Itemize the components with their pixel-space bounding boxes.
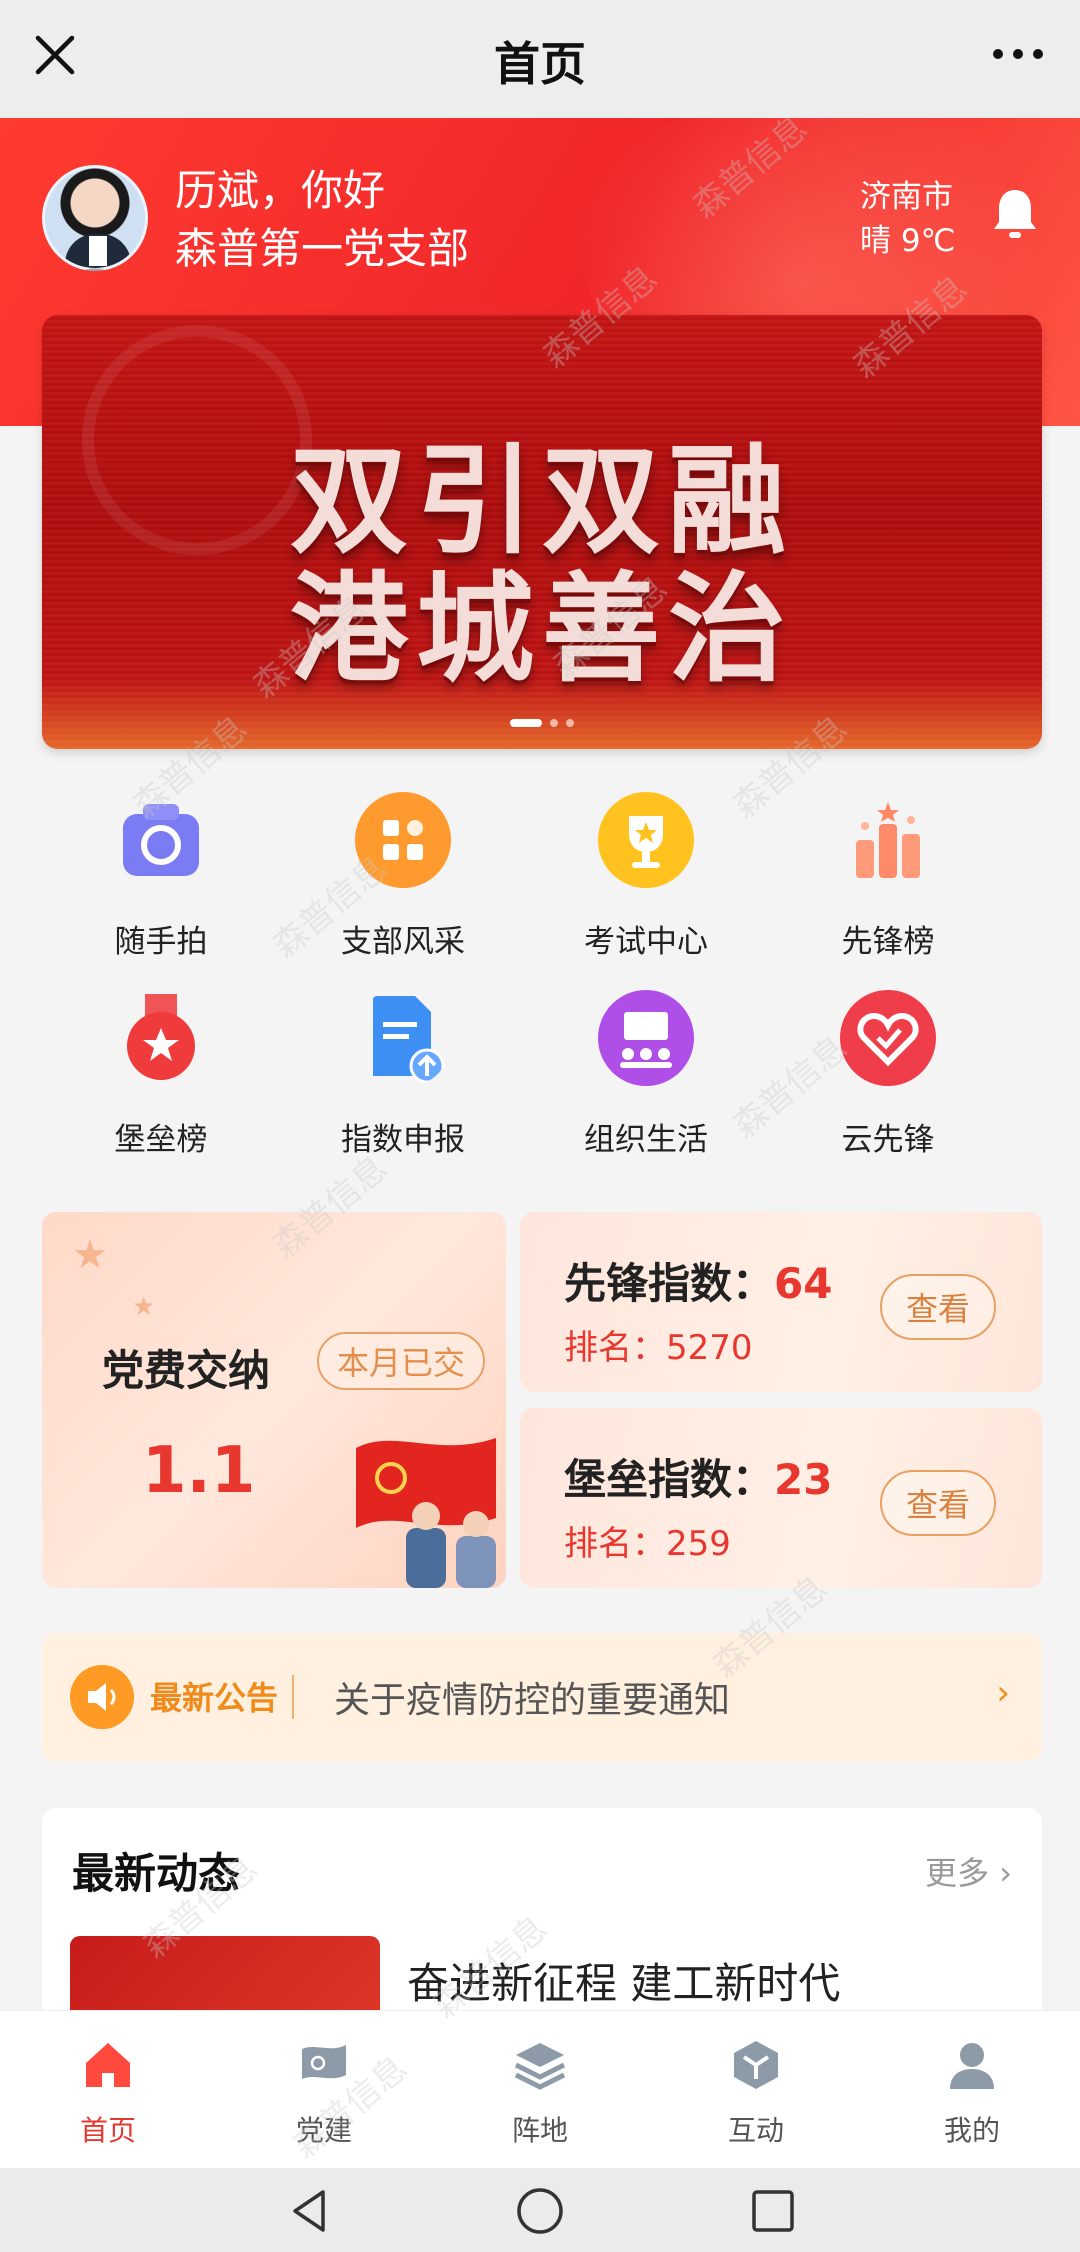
chevron-right-icon[interactable]: › (996, 1673, 1010, 1713)
weather-text: 晴 9℃ (860, 223, 956, 259)
layers-icon (514, 2043, 566, 2090)
heart-check-icon (840, 990, 936, 1086)
grid-label: 随手拍 (114, 924, 208, 960)
tab-label: 阵地 (511, 2114, 568, 2147)
section-heading: 最新动态 (72, 1849, 241, 1898)
grid-item-branch-style[interactable]: 支部风采 (283, 790, 523, 961)
carousel-dot-active[interactable] (510, 719, 542, 727)
home-circle-icon[interactable] (515, 2186, 565, 2236)
avatar[interactable] (42, 165, 148, 271)
grid-item-fortress-rank[interactable]: 堡垒榜 (41, 988, 281, 1159)
more-options-icon[interactable] (990, 34, 1046, 74)
fee-date: 1.1 (142, 1434, 256, 1508)
tab-label: 我的 (943, 2114, 1000, 2147)
carousel-banner[interactable]: 双引双融 港城善治 (42, 315, 1042, 749)
tab-mine[interactable]: 我的 (864, 2011, 1080, 2168)
branch-name: 森普第一党支部 (175, 224, 470, 273)
party-fee-card[interactable]: ★ ★ 党费交纳 本月已交 1.1 (42, 1212, 506, 1588)
pioneer-index-label: 先锋指数：64 (564, 1250, 832, 1311)
grid-item-index-report[interactable]: 指数申报 (283, 988, 523, 1159)
city-name: 济南市 (860, 179, 953, 215)
meeting-icon (598, 990, 694, 1086)
grid-item-snapshot[interactable]: 随手拍 (41, 790, 281, 961)
view-pioneer-button[interactable]: 查看 (879, 1274, 996, 1340)
document-upload-icon (373, 996, 445, 1084)
divider (292, 1675, 294, 1719)
grid-label: 先锋榜 (841, 924, 935, 960)
announcement-tag: 最新公告 (150, 1679, 279, 1717)
fortress-index-value: 23 (774, 1455, 833, 1504)
grid-label: 指数申报 (341, 1122, 465, 1158)
fortress-index-card[interactable]: 堡垒指数：23 排名：259 查看 (520, 1408, 1042, 1588)
party-flag-people-illustration (356, 1438, 496, 1588)
more-label: 更多 (925, 1854, 990, 1892)
user-greeting-block: 历斌，你好 森普第一党支部 (175, 162, 469, 278)
back-icon[interactable] (285, 2186, 335, 2236)
announcement-text[interactable]: 关于疫情防控的重要通知 (334, 1671, 730, 1723)
grid-label: 支部风采 (341, 924, 465, 960)
fortress-rank: 排名：259 (564, 1524, 731, 1564)
tab-label: 互动 (727, 2114, 784, 2147)
grid-item-org-life[interactable]: 组织生活 (526, 988, 766, 1159)
tab-home[interactable]: 首页 (0, 2011, 216, 2168)
bell-icon[interactable] (990, 186, 1040, 242)
trophy-icon (598, 792, 694, 888)
announcement-bar[interactable]: 最新公告 关于疫情防控的重要通知 › (42, 1633, 1042, 1761)
view-fortress-button[interactable]: 查看 (879, 1470, 996, 1536)
weather-block: 济南市 晴 9℃ (860, 175, 955, 263)
bottom-tab-bar: 首页 党建 阵地 互动 我的 (0, 2010, 1080, 2168)
news-title[interactable]: 奋进新征程 建工新时代 (407, 1950, 840, 2011)
tab-label: 首页 (79, 2114, 136, 2147)
party-flag-icon (302, 2045, 346, 2079)
fortress-index-label: 堡垒指数：23 (564, 1446, 832, 1507)
carousel-indicator (42, 719, 1042, 727)
home-icon (86, 2043, 130, 2087)
carousel-dot[interactable] (550, 719, 558, 727)
page-title: 首页 (494, 37, 586, 91)
grid-label: 堡垒榜 (114, 1122, 208, 1158)
user-icon (950, 2043, 994, 2089)
fortress-index-title: 堡垒指数： (564, 1455, 775, 1504)
pioneer-index-card[interactable]: 先锋指数：64 排名：5270 查看 (520, 1212, 1042, 1392)
tab-interaction[interactable]: 互动 (648, 2011, 864, 2168)
grid-label: 考试中心 (584, 924, 708, 960)
tab-position[interactable]: 阵地 (432, 2011, 648, 2168)
cube-icon (734, 2041, 778, 2089)
apps-icon (355, 792, 451, 888)
grid-item-pioneer-rank[interactable]: 先锋榜 (768, 790, 1008, 961)
pioneer-index-title: 先锋指数： (564, 1259, 775, 1308)
camera-icon (123, 804, 199, 876)
grid-item-cloud-pioneer[interactable]: 云先锋 (768, 988, 1008, 1159)
pioneer-rank: 排名：5270 (564, 1328, 753, 1368)
greeting-text: 历斌，你好 (175, 166, 386, 215)
recent-apps-icon[interactable] (748, 2186, 798, 2236)
fee-status-badge: 本月已交 (317, 1332, 486, 1390)
speaker-icon (70, 1665, 134, 1729)
more-link[interactable]: 更多 › (925, 1848, 1012, 1894)
fee-title: 党费交纳 (102, 1346, 271, 1395)
system-navigation-bar (0, 2168, 1080, 2252)
star-decoration: ★ (132, 1292, 156, 1322)
tab-party-building[interactable]: 党建 (216, 2011, 432, 2168)
medal-icon (127, 994, 195, 1080)
carousel-dot[interactable] (566, 719, 574, 727)
grid-label: 组织生活 (584, 1122, 708, 1158)
pioneer-index-value: 64 (774, 1259, 833, 1308)
star-decoration: ★ (72, 1232, 108, 1278)
ranking-bars-icon (856, 802, 920, 878)
top-navigation-bar: 首页 (0, 0, 1080, 118)
grid-item-exam-center[interactable]: 考试中心 (526, 790, 766, 961)
tab-label: 党建 (295, 2114, 352, 2147)
grid-label: 云先锋 (841, 1122, 935, 1158)
